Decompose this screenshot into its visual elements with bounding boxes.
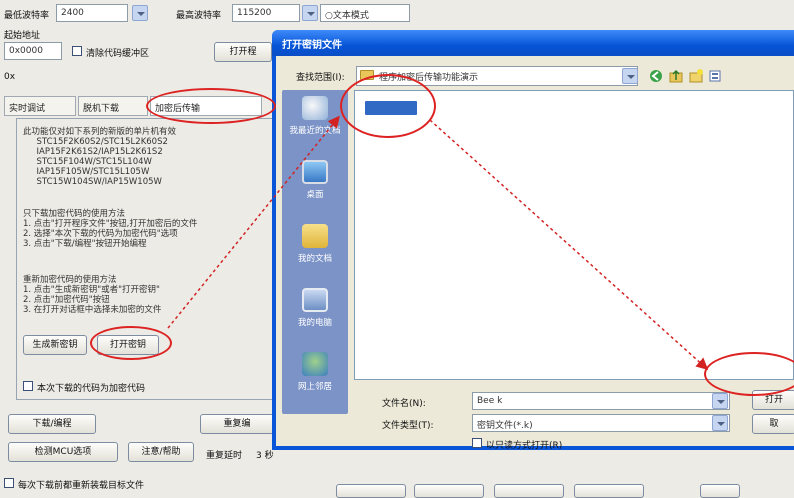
- annotation-arrows: [167, 115, 709, 371]
